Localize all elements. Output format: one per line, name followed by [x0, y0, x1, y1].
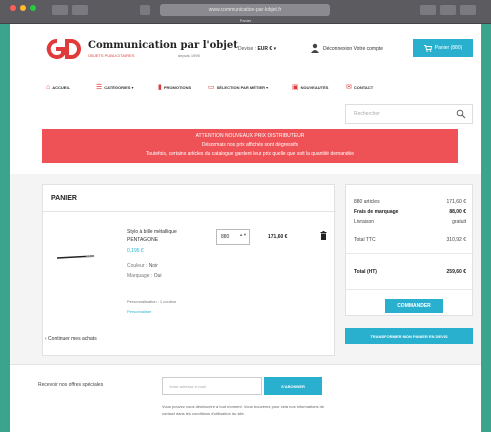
- brand-since: depuis 1995: [178, 53, 200, 58]
- summary-label: Total (HT): [354, 269, 377, 275]
- notice-line: Toutefois, certains articles du catalogu…: [145, 151, 355, 157]
- nav-item-categories[interactable]: ☰ CATÉGORIES ▾: [96, 84, 134, 91]
- product-attribute: Couleur : Noir: [127, 263, 158, 269]
- search-icon[interactable]: [456, 109, 466, 119]
- page: Communication par l'objet OBJETS PUBLICI…: [10, 24, 481, 432]
- browser-titlebar: www.communication-par-lobjet.fr Panier: [0, 0, 491, 24]
- newsletter-email-field[interactable]: Votre adresse e-mail: [162, 377, 262, 395]
- attribute-value: Noir: [148, 263, 158, 269]
- summary-value: 171,60 €: [446, 199, 466, 205]
- summary-divider: [346, 289, 474, 290]
- summary-row: Livraison gratuit: [354, 219, 466, 225]
- account-links[interactable]: Déconnexion Votre compte: [323, 46, 383, 52]
- summary-value: 259,60 €: [446, 269, 466, 275]
- product-customization: Personnalisation : 1 couleur: [127, 299, 177, 304]
- notice-line: Désormais nos prix affichés sont dégress…: [201, 142, 299, 148]
- tabs-overview-button[interactable]: [460, 5, 476, 15]
- search-input[interactable]: Rechercher: [354, 111, 380, 117]
- cart-button[interactable]: Panier (880): [413, 39, 473, 57]
- home-icon: ⌂: [46, 84, 51, 91]
- price-notice-banner: ATTENTION NOUVEAUX PRIX DISTRIBUTEUR Dés…: [42, 129, 458, 163]
- summary-label: Livraison: [354, 219, 375, 225]
- summary-label: Frais de marquage: [354, 209, 399, 215]
- gift-icon: ▣: [292, 84, 299, 91]
- nav-item-promotions[interactable]: ▮ PROMOTIONS: [158, 84, 191, 91]
- currency-selector[interactable]: Devise : EUR € ▾: [238, 46, 276, 52]
- summary-row: Frais de marquage 88,00 €: [354, 209, 466, 215]
- nav-item-label: CATÉGORIES ▾: [104, 85, 134, 90]
- currency-value[interactable]: EUR € ▾: [257, 46, 276, 52]
- site-header: Communication par l'objet OBJETS PUBLICI…: [10, 24, 481, 174]
- line-total: 171,60 €: [268, 234, 288, 240]
- nav-item-accueil[interactable]: ⌂ ACCUEIL: [46, 84, 70, 91]
- cart-icon: [423, 44, 432, 52]
- brand-name[interactable]: Communication par l'objet: [88, 40, 238, 51]
- briefcase-icon: ▭: [208, 84, 215, 91]
- continue-shopping-link[interactable]: ‹ Continuer mes achats: [45, 336, 97, 342]
- newsletter-info: Vous pouvez vous désinscrire à tout mome…: [162, 404, 325, 416]
- summary-label: Total TTC: [354, 237, 376, 243]
- url-bar[interactable]: www.communication-par-lobjet.fr: [160, 4, 330, 16]
- newsletter-placeholder: Votre adresse e-mail: [169, 384, 206, 389]
- cart-divider: [43, 211, 336, 212]
- nav-item-label: SÉLECTION PAR MÉTIER ▾: [216, 85, 269, 90]
- quantity-arrows[interactable]: ▲▼: [239, 232, 247, 237]
- tag-icon: ▮: [158, 84, 162, 91]
- summary-row: 880 articles 171,60 €: [354, 199, 466, 205]
- cart-button-label: Panier (880): [434, 45, 463, 51]
- notice-line: ATTENTION NOUVEAUX PRIX DISTRIBUTEUR: [195, 133, 305, 139]
- nav-item-label: PROMOTIONS: [163, 85, 192, 90]
- summary-value: gratuit: [452, 219, 466, 225]
- product-name[interactable]: Stylo à bille métallique PENTAGONE: [127, 228, 209, 244]
- currency-label: Devise :: [238, 46, 257, 52]
- share-button[interactable]: [420, 5, 436, 15]
- checkout-button[interactable]: COMMANDER: [385, 299, 443, 313]
- attribute-label: Couleur :: [127, 263, 148, 269]
- user-icon: [311, 43, 319, 53]
- forward-button[interactable]: [72, 5, 88, 15]
- mail-icon: ✉: [346, 84, 352, 91]
- nav-item-selection-metier[interactable]: ▭ SÉLECTION PAR MÉTIER ▾: [208, 84, 268, 91]
- customize-link[interactable]: Personnaliser: [127, 309, 151, 314]
- newsletter-label: Recevoir nos offres spéciales: [38, 382, 104, 388]
- nav-item-contact[interactable]: ✉ CONTACT: [346, 84, 373, 91]
- summary-value: 310,92 €: [446, 237, 466, 243]
- window-controls: [10, 5, 36, 11]
- attribute-label: Marquage :: [127, 273, 153, 279]
- summary-row: Total (HT) 259,60 €: [354, 269, 466, 275]
- quantity-stepper[interactable]: 880 ▲▼: [216, 229, 250, 245]
- product-unit-price: 0,195 €: [127, 248, 144, 254]
- summary-divider: [346, 253, 474, 254]
- cart-summary: 880 articles 171,60 € Frais de marquage …: [345, 184, 474, 316]
- newsletter-subscribe-button[interactable]: S'ABONNER: [264, 377, 322, 395]
- nav-item-label: NOUVEAUTÉS: [300, 85, 329, 90]
- brand-tagline: OBJETS PUBLICITAIRES: [88, 53, 135, 58]
- nav-item-label: ACCUEIL: [52, 85, 71, 90]
- attribute-value: Oui: [153, 273, 162, 279]
- product-thumbnail[interactable]: [56, 252, 96, 262]
- maximize-window-button[interactable]: [30, 5, 36, 11]
- convert-to-quote-button[interactable]: TRANSFORMER MON PANIER EN DEVIS: [345, 328, 473, 344]
- cart-title: PANIER: [51, 195, 77, 202]
- back-button[interactable]: [52, 5, 68, 15]
- summary-row: Total TTC 310,92 €: [354, 237, 466, 243]
- list-icon: ☰: [96, 84, 103, 91]
- new-tab-button[interactable]: [440, 5, 456, 15]
- trash-icon[interactable]: [320, 231, 327, 240]
- close-window-button[interactable]: [10, 5, 16, 11]
- nav-item-label: CONTACT: [353, 85, 374, 90]
- product-attribute: Marquage : Oui: [127, 273, 161, 279]
- brand-logo[interactable]: [43, 38, 85, 60]
- newsletter-section: Recevoir nos offres spéciales Votre adre…: [10, 364, 481, 432]
- main-nav: ⌂ ACCUEIL ☰ CATÉGORIES ▾ ▮ PROMOTIONS ▭ …: [10, 80, 481, 96]
- search-box[interactable]: Rechercher: [345, 104, 473, 124]
- quantity-value[interactable]: 880: [221, 234, 229, 240]
- cart-panel: PANIER Stylo à bille métallique PENTAGON…: [42, 184, 336, 356]
- sidebar-toggle-button[interactable]: [140, 5, 150, 15]
- tab-title[interactable]: Panier: [0, 17, 491, 24]
- minimize-window-button[interactable]: [20, 5, 26, 11]
- summary-label: 880 articles: [354, 199, 380, 205]
- nav-item-nouveautes[interactable]: ▣ NOUVEAUTÉS: [292, 84, 328, 91]
- summary-value: 88,00 €: [449, 209, 466, 215]
